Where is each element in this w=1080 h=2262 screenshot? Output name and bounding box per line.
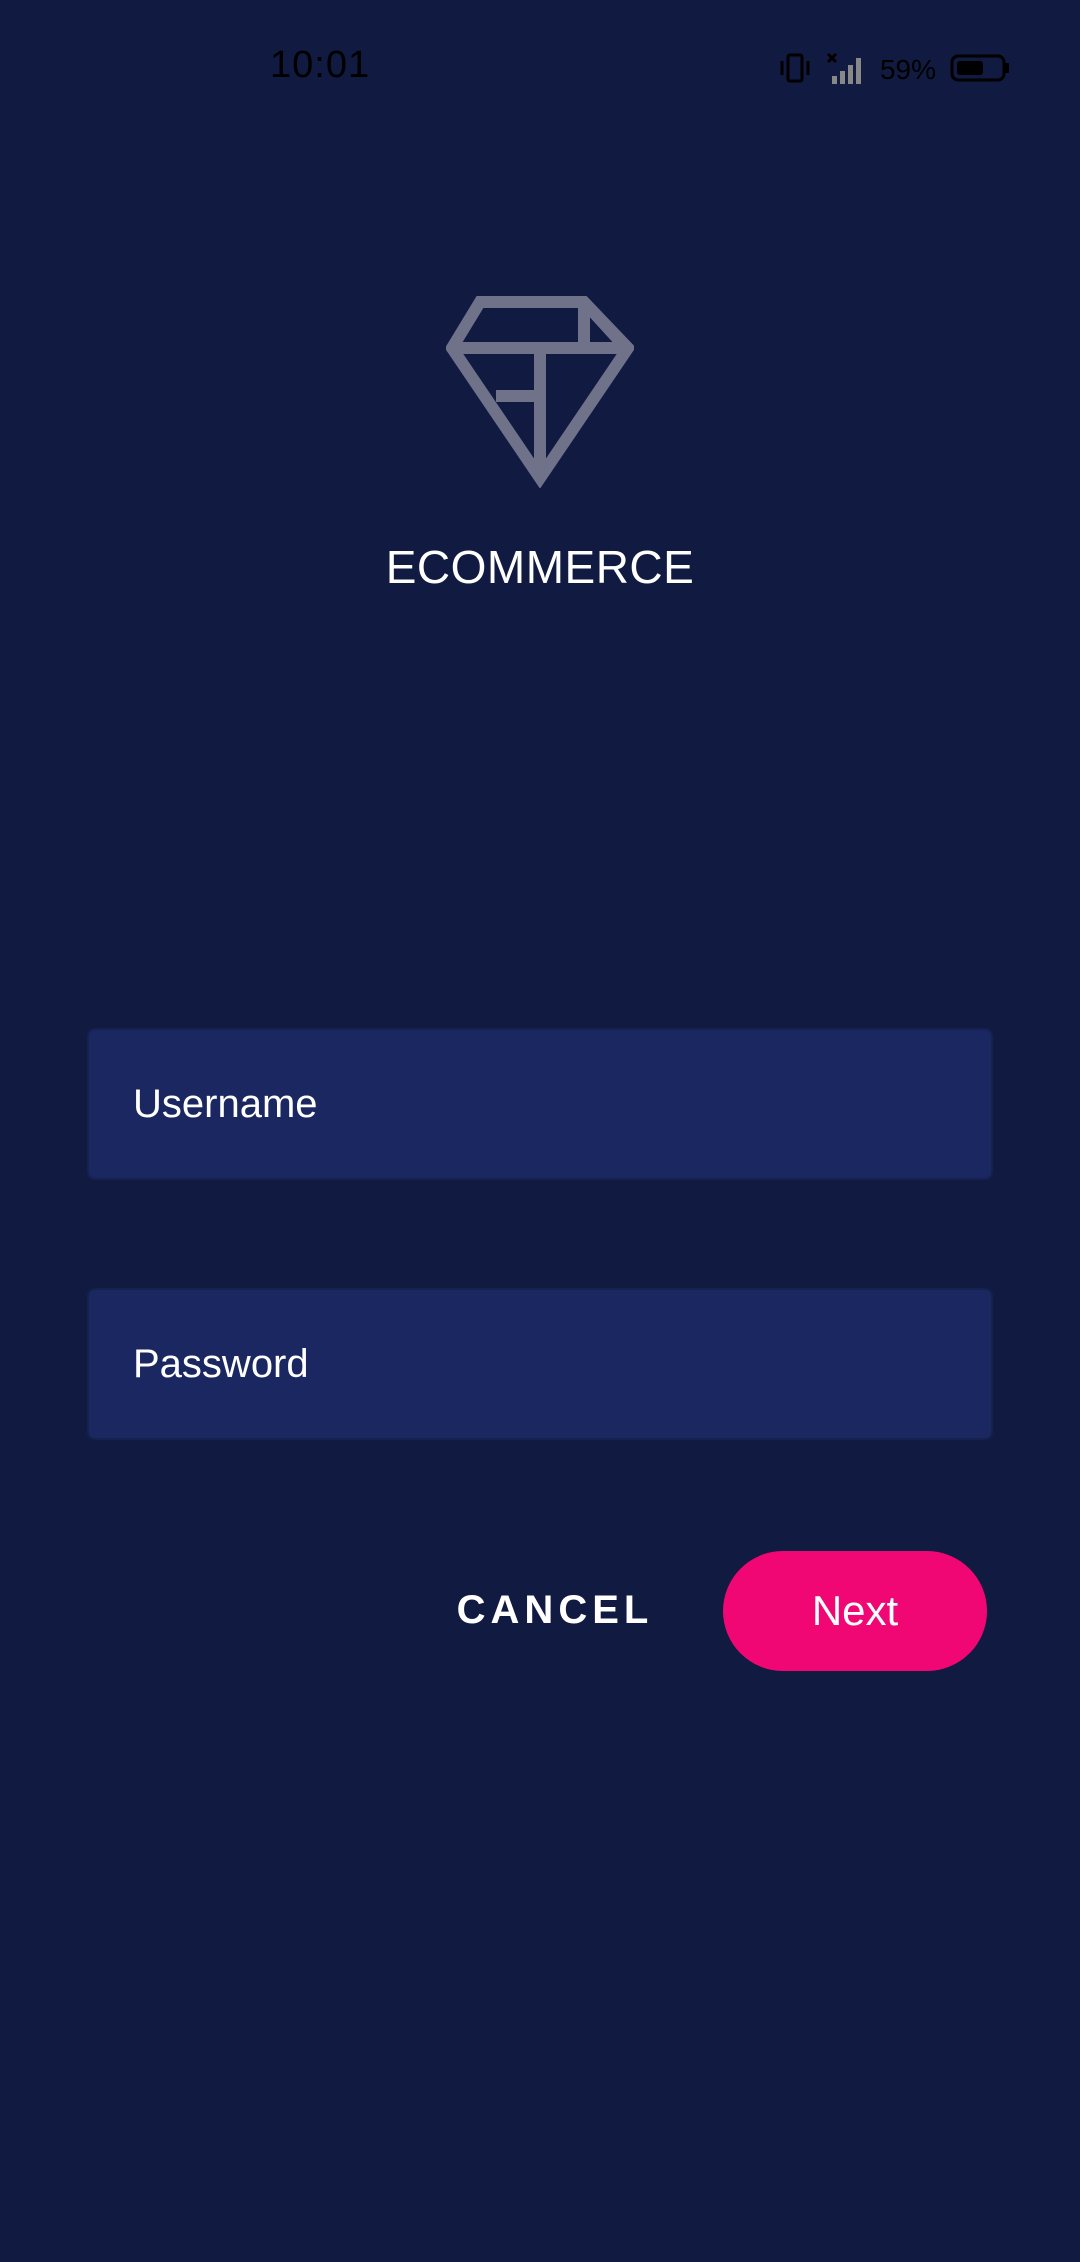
status-time: 10:01	[270, 44, 371, 86]
status-icons: 59%	[778, 50, 1010, 90]
battery-percent: 59%	[879, 54, 936, 85]
vibrate-icon	[778, 53, 812, 88]
username-field[interactable]	[87, 1028, 993, 1180]
username-input[interactable]	[89, 1030, 991, 1178]
app-title: ECOMMERCE	[385, 541, 695, 593]
next-button[interactable]: Next	[723, 1551, 987, 1671]
battery-icon	[950, 53, 1010, 88]
signal-no-service-icon	[826, 52, 866, 89]
diamond-icon	[444, 296, 636, 489]
password-field[interactable]	[87, 1288, 993, 1440]
status-bar: 10:01 59%	[0, 0, 1080, 140]
cancel-button[interactable]: CANCEL	[440, 1560, 670, 1660]
password-input[interactable]	[89, 1290, 991, 1438]
